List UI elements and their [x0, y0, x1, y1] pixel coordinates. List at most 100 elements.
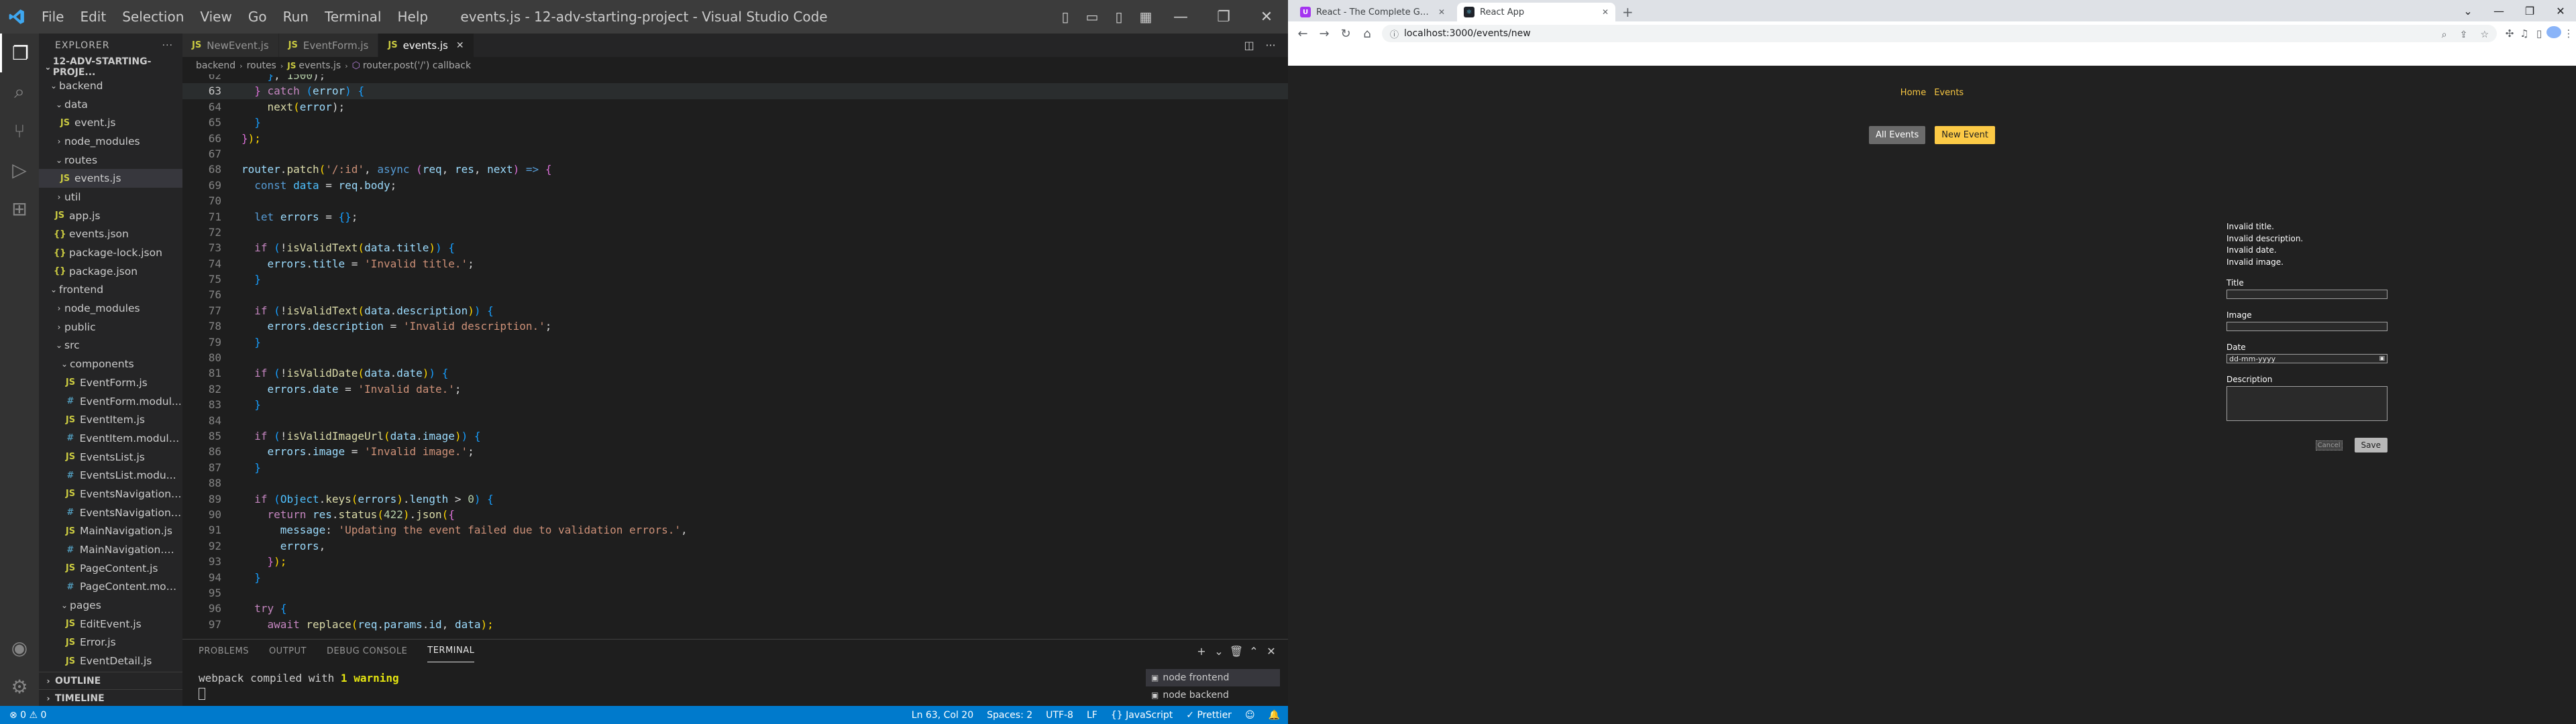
tree-file[interactable]: # EventForm.modul... — [39, 392, 182, 411]
reload-icon[interactable]: ↻ — [1335, 27, 1356, 41]
tree-file[interactable]: {} package.json — [39, 262, 182, 281]
terminal-instance[interactable]: ▣ node backend — [1146, 686, 1280, 704]
explorer-icon[interactable]: ❐ — [0, 34, 39, 72]
project-root[interactable]: ⌄ 12-ADV-STARTING-PROJE... — [39, 56, 182, 78]
save-button[interactable]: Save — [2354, 438, 2387, 452]
panel-tab-debug-console[interactable]: DEBUG CONSOLE — [327, 640, 407, 662]
minimize-icon[interactable]: — — [1159, 9, 1202, 25]
toggle-sidebar-icon[interactable]: ▯ — [1052, 9, 1079, 25]
editor-tab[interactable]: JS NewEvent.js — [182, 34, 279, 57]
browser-tab[interactable]: U React - The Complete Guide (incl... ✕ — [1293, 3, 1452, 21]
language-mode[interactable]: {} JavaScript — [1111, 710, 1173, 721]
new-event-button[interactable]: New Event — [1935, 126, 1995, 144]
tree-file[interactable]: {} package-lock.json — [39, 243, 182, 262]
restore-icon[interactable]: ❐ — [2514, 0, 2545, 21]
breadcrumb-item[interactable]: events.js — [299, 60, 341, 71]
menu-item-selection[interactable]: Selection — [114, 9, 192, 25]
encoding-status[interactable]: UTF-8 — [1046, 710, 1073, 721]
tree-file[interactable]: # EventsList.modu... — [39, 466, 182, 485]
tree-file[interactable]: # EventsNavigation.... — [39, 503, 182, 522]
tree-file[interactable]: # MainNavigation.m... — [39, 540, 182, 559]
back-arrow-icon[interactable]: ← — [1292, 27, 1313, 41]
browser-tab[interactable]: ⚛ React App ✕ — [1457, 3, 1615, 21]
run-debug-icon[interactable]: ▷ — [0, 150, 39, 189]
menu-item-file[interactable]: File — [34, 9, 72, 25]
customize-layout-icon[interactable]: ▦ — [1132, 9, 1159, 25]
tree-folder[interactable]: › node_modules — [39, 132, 182, 151]
tree-file[interactable]: JS Error.js — [39, 634, 182, 652]
close-window-icon[interactable]: ✕ — [1245, 9, 1288, 25]
bookmark-star-icon[interactable]: ☆ — [2480, 29, 2489, 40]
extensions-puzzle-icon[interactable]: ✣ — [2502, 27, 2517, 40]
tree-folder[interactable]: ⌄ routes — [39, 151, 182, 170]
tree-file[interactable]: JS event.js — [39, 113, 182, 132]
cancel-button[interactable]: Cancel — [2315, 440, 2343, 450]
menu-item-help[interactable]: Help — [389, 9, 436, 25]
tree-file[interactable]: JS EventDetail.js — [39, 652, 182, 670]
tree-folder[interactable]: ⌄ data — [39, 95, 182, 114]
tree-file[interactable]: # PageContent.mod... — [39, 578, 182, 597]
site-info-icon[interactable]: ⓘ — [1390, 27, 1399, 40]
tree-file[interactable]: JS PageContent.js — [39, 559, 182, 578]
source-control-icon[interactable]: ⑂ — [0, 111, 39, 150]
nav-events-link[interactable]: Events — [1934, 88, 1964, 98]
more-actions-icon[interactable]: ··· — [1260, 39, 1281, 52]
calendar-icon[interactable]: ▣ — [2379, 355, 2385, 362]
close-tab-icon[interactable]: ✕ — [456, 40, 464, 51]
kill-terminal-icon[interactable]: 🗑 — [1228, 645, 1245, 658]
menu-item-run[interactable]: Run — [275, 9, 317, 25]
menu-item-edit[interactable]: Edit — [72, 9, 114, 25]
side-panel-icon[interactable]: ▯ — [2532, 27, 2546, 40]
restore-icon[interactable]: ❐ — [1202, 9, 1245, 25]
tree-file[interactable]: JS MainNavigation.js — [39, 522, 182, 541]
outline-section[interactable]: › OUTLINE — [39, 672, 182, 690]
extensions-icon[interactable]: ⊞ — [0, 189, 39, 228]
image-input[interactable] — [2226, 322, 2387, 331]
panel-tab-problems[interactable]: PROBLEMS — [199, 640, 249, 662]
close-tab-icon[interactable]: ✕ — [1438, 7, 1445, 17]
close-tab-icon[interactable]: ✕ — [1602, 7, 1609, 17]
tree-file[interactable]: {} events.json — [39, 225, 182, 244]
tree-file[interactable]: # EventItem.module... — [39, 429, 182, 448]
maximize-panel-icon[interactable]: ⌃ — [1245, 645, 1263, 658]
nav-home-link[interactable]: Home — [1900, 88, 1926, 98]
cursor-position[interactable]: Ln 63, Col 20 — [912, 710, 973, 721]
feedback-icon[interactable]: ☺ — [1245, 710, 1255, 721]
new-terminal-icon[interactable]: + — [1193, 645, 1210, 658]
tree-file[interactable]: JS EventsNavigation.js — [39, 485, 182, 503]
chevron-down-icon[interactable]: ⌄ — [1210, 645, 1228, 658]
close-window-icon[interactable]: ✕ — [2545, 0, 2576, 21]
tree-folder[interactable]: ⌄ frontend — [39, 281, 182, 300]
new-tab-icon[interactable]: + — [1622, 3, 1633, 21]
zoom-icon[interactable]: ⌕ — [2442, 29, 2447, 40]
code-editor[interactable]: 62 }, 1500); 63 } catch (error) {64 next(… — [182, 74, 1288, 639]
minimize-icon[interactable]: — — [2483, 0, 2514, 21]
timeline-section[interactable]: › TIMELINE — [39, 689, 182, 706]
tree-folder[interactable]: ⌄ backend — [39, 76, 182, 95]
home-icon[interactable]: ⌂ — [1356, 27, 1378, 41]
breadcrumb-item[interactable]: backend — [196, 60, 235, 71]
tab-search-icon[interactable]: ⌄ — [2453, 0, 2483, 21]
share-icon[interactable]: ⇪ — [2460, 29, 2468, 40]
tree-folder[interactable]: › public — [39, 318, 182, 337]
close-panel-icon[interactable]: ✕ — [1263, 645, 1280, 658]
address-bar[interactable]: ⓘ localhost:3000/events/new ⌕ ⇪ ☆ — [1382, 25, 2497, 42]
tree-file[interactable]: JS EventsList.js — [39, 448, 182, 467]
editor-tab[interactable]: JS events.js ✕ — [378, 34, 474, 57]
tree-folder[interactable]: ⌄ pages — [39, 596, 182, 615]
problems-status[interactable]: ⊗ 0 ⚠ 0 — [9, 710, 46, 721]
search-icon[interactable]: ⌕ — [0, 72, 39, 111]
panel-tab-output[interactable]: OUTPUT — [269, 640, 307, 662]
notifications-bell-icon[interactable]: 🔔 — [1269, 710, 1280, 721]
breadcrumb-item[interactable]: routes — [247, 60, 276, 71]
chrome-menu-icon[interactable]: ⋮ — [2561, 27, 2576, 40]
settings-gear-icon[interactable]: ⚙ — [0, 667, 39, 706]
eol-status[interactable]: LF — [1087, 710, 1097, 721]
tree-folder[interactable]: › util — [39, 188, 182, 206]
profile-avatar[interactable] — [2546, 26, 2561, 41]
tree-folder[interactable]: › node_modules — [39, 299, 182, 318]
toggle-panel-icon[interactable]: ▭ — [1079, 9, 1106, 25]
panel-tab-terminal[interactable]: TERMINAL — [427, 640, 475, 662]
tree-file[interactable]: JS EditEvent.js — [39, 615, 182, 634]
description-textarea[interactable] — [2226, 386, 2387, 421]
